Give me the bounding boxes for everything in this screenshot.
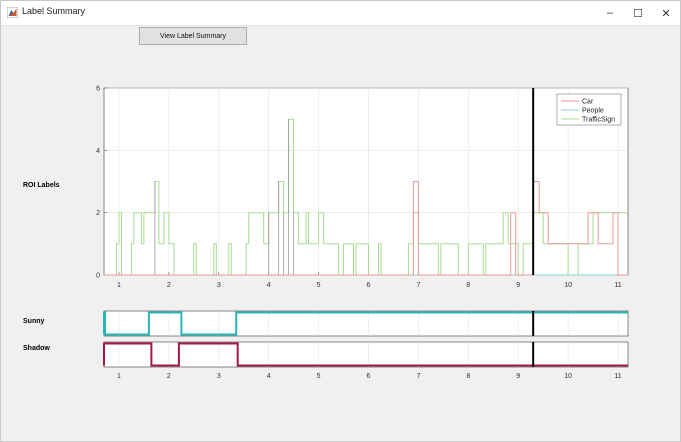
roi-xtick-label-7: 8 (466, 282, 470, 289)
roi-xtick-label-1: 2 (167, 282, 171, 289)
roi-xtick-label-4: 5 (317, 282, 321, 289)
legend-label-car: Car (582, 99, 594, 106)
roi-ytick-label-2: 4 (96, 148, 100, 155)
roi-xtick-label-0: 1 (117, 282, 121, 289)
roi-xtick-label-3: 4 (267, 282, 271, 289)
lane-xtick-label-10: 11 (614, 373, 621, 380)
roi-ytick-label-0: 0 (96, 273, 100, 280)
roi-ytick-label-1: 2 (96, 210, 100, 217)
label-summary-plots: 0 2 4 6 1 2 3 4 5 6 7 8 9 10 11 Car People TrafficSign 1 2 3… (96, 86, 629, 380)
lane-xtick-label-1: 2 (167, 373, 171, 380)
lane-xtick-label-7: 8 (466, 373, 470, 380)
lane-xtick-label-8: 9 (516, 373, 520, 380)
roi-xtick-label-10: 11 (614, 282, 621, 289)
lane-xtick-label-4: 5 (317, 373, 321, 380)
roi-xtick-label-8: 9 (516, 282, 520, 289)
roi-xtick-label-9: 10 (564, 282, 572, 289)
lane-xtick-label-3: 4 (267, 373, 271, 380)
roi-xtick-label-2: 3 (217, 282, 221, 289)
roi-xtick-label-5: 6 (367, 282, 371, 289)
sunny-lane-box (103, 310, 629, 337)
roi-ytick-label-3: 6 (96, 86, 100, 93)
shadow-lane-box (103, 341, 629, 368)
label-summary-window: Label Summary – ☐ ✕ View Label Summary R… (0, 0, 681, 442)
lane-xtick-label-9: 10 (564, 373, 572, 380)
lane-xtick-label-0: 1 (117, 373, 121, 380)
lane-xtick-label-6: 7 (416, 373, 420, 380)
lane-xtick-label-5: 6 (367, 373, 371, 380)
legend-label-trafficsign: TrafficSign (582, 117, 615, 124)
lane-xtick-label-2: 3 (217, 373, 221, 380)
roi-axes-box (103, 87, 629, 276)
roi-xtick-label-6: 7 (416, 282, 420, 289)
legend-label-people: People (582, 108, 604, 115)
